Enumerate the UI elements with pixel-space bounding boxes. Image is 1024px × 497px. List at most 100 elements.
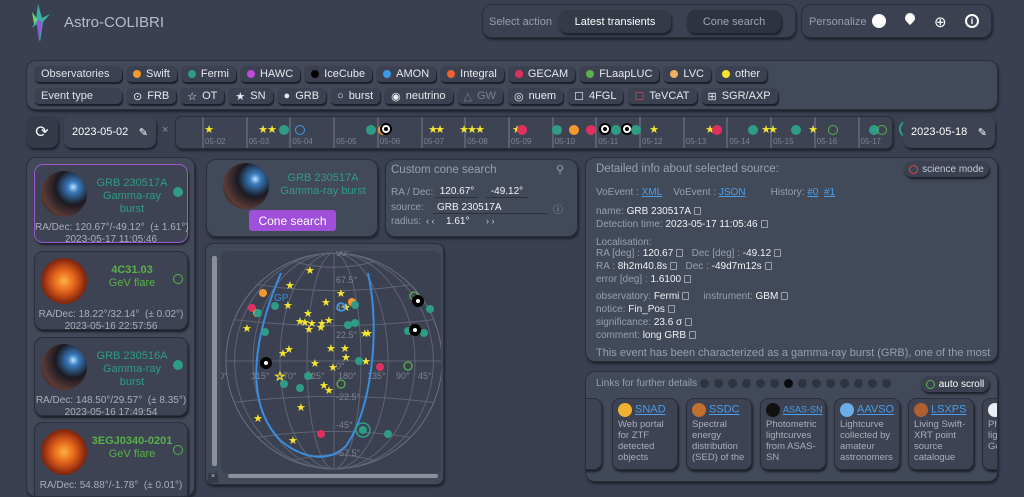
close-map-button[interactable]: × <box>208 473 218 483</box>
cone-search-button[interactable]: Cone search <box>249 210 336 231</box>
cone-search-tab-button[interactable]: Cone search <box>687 10 781 33</box>
observatory-filter-icecube[interactable]: IceCube <box>304 66 373 82</box>
event-list[interactable]: GRB 230517A Gamma-ray burst RA/Dec: 120.67… <box>26 157 195 497</box>
sky-map[interactable]: GP90°67.5°45°22.5°0°-22.5°-45°-67.5°0° 31… <box>221 251 441 473</box>
location-pin-icon[interactable] <box>902 10 918 26</box>
links-page-dot[interactable] <box>812 379 821 388</box>
copy-icon[interactable] <box>764 262 772 270</box>
sky-event-marker[interactable]: ★ <box>316 322 326 334</box>
sky-event-marker[interactable]: ★ <box>310 358 320 370</box>
sky-event-marker[interactable] <box>426 305 434 313</box>
links-page-dot[interactable] <box>854 379 863 388</box>
link-name[interactable]: LSXPS <box>931 404 966 416</box>
sky-event-marker[interactable] <box>351 301 359 309</box>
event-type-filter-neutrino[interactable]: ◉ neutrino <box>384 88 453 104</box>
timeline-event-marker[interactable] <box>611 125 621 135</box>
event-type-filter-4fgl[interactable]: ☐ 4FGL <box>567 88 624 104</box>
sky-event-marker[interactable]: ★ <box>326 343 336 355</box>
horizontal-scrollbar[interactable] <box>228 474 438 478</box>
timeline-bar[interactable]: 05-02 05-03 05-04 05-05 05-06 05-07 05-08 05-09… <box>175 116 917 149</box>
sky-event-marker[interactable] <box>259 289 267 297</box>
links-page-dot[interactable] <box>868 379 877 388</box>
copy-icon[interactable] <box>694 207 702 215</box>
sky-event-marker[interactable] <box>304 372 312 380</box>
sky-event-marker[interactable] <box>261 328 269 336</box>
sky-event-marker[interactable] <box>296 384 304 392</box>
timeline-event-marker[interactable] <box>517 125 527 135</box>
dec-input[interactable]: -49.12° <box>486 186 528 198</box>
sky-event-marker[interactable] <box>351 319 359 327</box>
event-type-filter-sn[interactable]: ★ SN <box>228 88 273 104</box>
copy-icon[interactable] <box>670 262 678 270</box>
link-card[interactable]: ASAS-SN Photometric lightcurves from ASAS… <box>760 398 826 470</box>
sky-event-marker[interactable] <box>412 295 424 307</box>
copy-icon[interactable] <box>689 331 697 339</box>
links-page-dot[interactable] <box>784 379 793 388</box>
event-card[interactable]: 4C31.03 GeV flare RA/Dec: 18.22°/32.14° (±… <box>34 251 188 332</box>
sky-event-marker[interactable]: ★ <box>328 362 338 374</box>
timeline-event-marker[interactable]: ★ <box>475 125 485 136</box>
event-card[interactable]: 3EGJ0340-0201 GeV flare RA/Dec: 54.88°/-1.… <box>34 422 188 496</box>
timeline-event-marker[interactable] <box>586 125 596 135</box>
vertical-scrollbar[interactable] <box>212 256 217 466</box>
sky-event-marker[interactable] <box>420 329 428 337</box>
refresh-button[interactable]: ⟳ <box>26 116 58 148</box>
links-page-dot[interactable] <box>756 379 765 388</box>
event-card[interactable]: GRB 230517A Gamma-ray burst RA/Dec: 120.67… <box>34 164 189 245</box>
copy-icon[interactable] <box>774 249 782 257</box>
timeline-event-marker[interactable] <box>366 125 376 135</box>
info-icon[interactable]: ⓘ <box>553 201 563 216</box>
source-input[interactable]: GRB 230517A <box>433 202 547 214</box>
observatory-filter-swift[interactable]: Swift <box>126 66 177 82</box>
event-type-filter-burst[interactable]: ○ burst <box>330 88 381 104</box>
sky-event-marker[interactable]: ★ <box>283 300 293 312</box>
observatory-filter-other[interactable]: other <box>714 66 768 82</box>
sky-event-marker[interactable]: ★ <box>288 435 298 447</box>
link-name[interactable]: SNAD <box>635 404 666 416</box>
user-icon[interactable] <box>872 14 886 28</box>
sky-event-marker[interactable] <box>355 357 363 365</box>
sky-event-marker[interactable]: ★ <box>296 402 306 414</box>
event-type-filter-nuem[interactable]: ◎ nuem <box>506 88 564 104</box>
sky-event-marker[interactable]: ★ <box>253 413 263 425</box>
timeline-event-marker[interactable]: ★ <box>435 125 445 136</box>
radius-increase-button[interactable]: › › <box>486 216 495 226</box>
search-icon[interactable]: ⚲ <box>556 163 564 176</box>
links-page-dot[interactable] <box>728 379 737 388</box>
link-card[interactable]: Photometric lightcurves Ge rec <box>982 398 997 470</box>
event-card[interactable]: GRB 230516A Gamma-ray burst RA/Dec: 148.50… <box>34 337 188 418</box>
event-type-filter-gw[interactable]: △ GW <box>456 88 503 104</box>
copy-icon[interactable] <box>760 220 768 228</box>
sky-event-marker[interactable]: ★ <box>284 344 294 356</box>
timeline-event-marker[interactable] <box>601 125 609 133</box>
links-page-dot[interactable] <box>882 379 891 388</box>
links-page-dot[interactable] <box>700 379 709 388</box>
timeline-event-marker[interactable]: ★ <box>267 125 277 136</box>
latest-transients-button[interactable]: Latest transients <box>559 10 671 33</box>
event-type-filter-grb[interactable]: ● GRB <box>276 88 327 104</box>
timeline-event-marker[interactable] <box>569 125 579 135</box>
links-page-dot[interactable] <box>826 379 835 388</box>
end-date-field[interactable]: 2023-05-18 ✎ <box>903 116 995 148</box>
sky-event-marker[interactable]: ★ <box>336 288 346 300</box>
sky-event-marker[interactable] <box>254 309 262 317</box>
copy-icon[interactable] <box>682 292 690 300</box>
link-card[interactable]: SNAD Web portal for ZTF detected objects <box>612 398 678 470</box>
science-mode-toggle[interactable]: science mode <box>904 161 989 177</box>
observatory-filter-fermi[interactable]: Fermi <box>180 66 236 82</box>
observatory-filter-hawc[interactable]: HAWC <box>239 66 301 82</box>
copy-icon[interactable] <box>676 249 684 257</box>
sky-event-marker[interactable] <box>409 324 421 336</box>
timeline-event-marker[interactable] <box>295 125 305 135</box>
event-type-filter-tevcat[interactable]: ☐ TeVCAT <box>627 88 697 104</box>
timeline-event-marker[interactable] <box>382 125 390 133</box>
sky-event-marker[interactable] <box>344 321 352 329</box>
links-page-dot[interactable] <box>770 379 779 388</box>
timeline-event-marker[interactable] <box>791 125 801 135</box>
timeline-event-marker[interactable]: ★ <box>808 125 818 136</box>
sky-event-marker[interactable] <box>271 302 279 310</box>
history-0-link[interactable]: #0 <box>807 187 818 198</box>
sky-event-marker[interactable]: ★ <box>304 324 314 336</box>
timeline-event-marker[interactable] <box>279 125 289 135</box>
copy-icon[interactable] <box>667 305 675 313</box>
